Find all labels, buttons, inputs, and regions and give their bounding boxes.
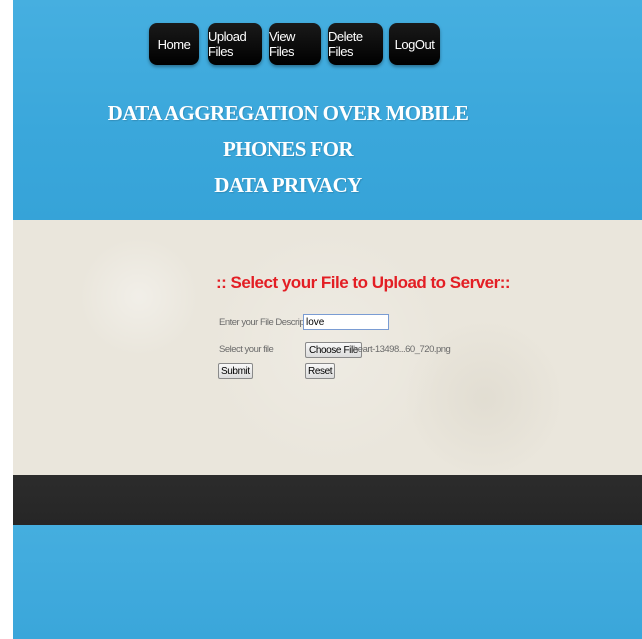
- file-label: Select your file: [219, 344, 274, 355]
- footer: [13, 525, 642, 639]
- page-title: DATA AGGREGATION OVER MOBILE PHONES FOR …: [73, 95, 503, 203]
- page-title-line1: DATA AGGREGATION OVER MOBILE PHONES FOR: [107, 101, 469, 161]
- upload-content-area: :: Select your File to Upload to Server:…: [13, 220, 642, 475]
- page-frame: Home Upload Files View Files Delete File…: [13, 0, 642, 639]
- nav-view-files-button[interactable]: View Files: [269, 23, 321, 65]
- upload-heading: :: Select your File to Upload to Server:…: [216, 273, 511, 292]
- submit-button[interactable]: Submit: [218, 363, 253, 379]
- chosen-file-name: heart-13498...60_720.png: [353, 344, 451, 355]
- header: Home Upload Files View Files Delete File…: [13, 0, 642, 220]
- nav-upload-files-button[interactable]: Upload Files: [208, 23, 262, 65]
- reset-button[interactable]: Reset: [305, 363, 336, 379]
- description-input[interactable]: [303, 314, 389, 330]
- dark-divider-band: [13, 475, 642, 525]
- nav-logout-button[interactable]: LogOut: [389, 23, 440, 65]
- page-title-line2: DATA PRIVACY: [214, 173, 362, 197]
- nav-delete-files-button[interactable]: Delete Files: [328, 23, 383, 65]
- nav-home-button[interactable]: Home: [149, 23, 199, 65]
